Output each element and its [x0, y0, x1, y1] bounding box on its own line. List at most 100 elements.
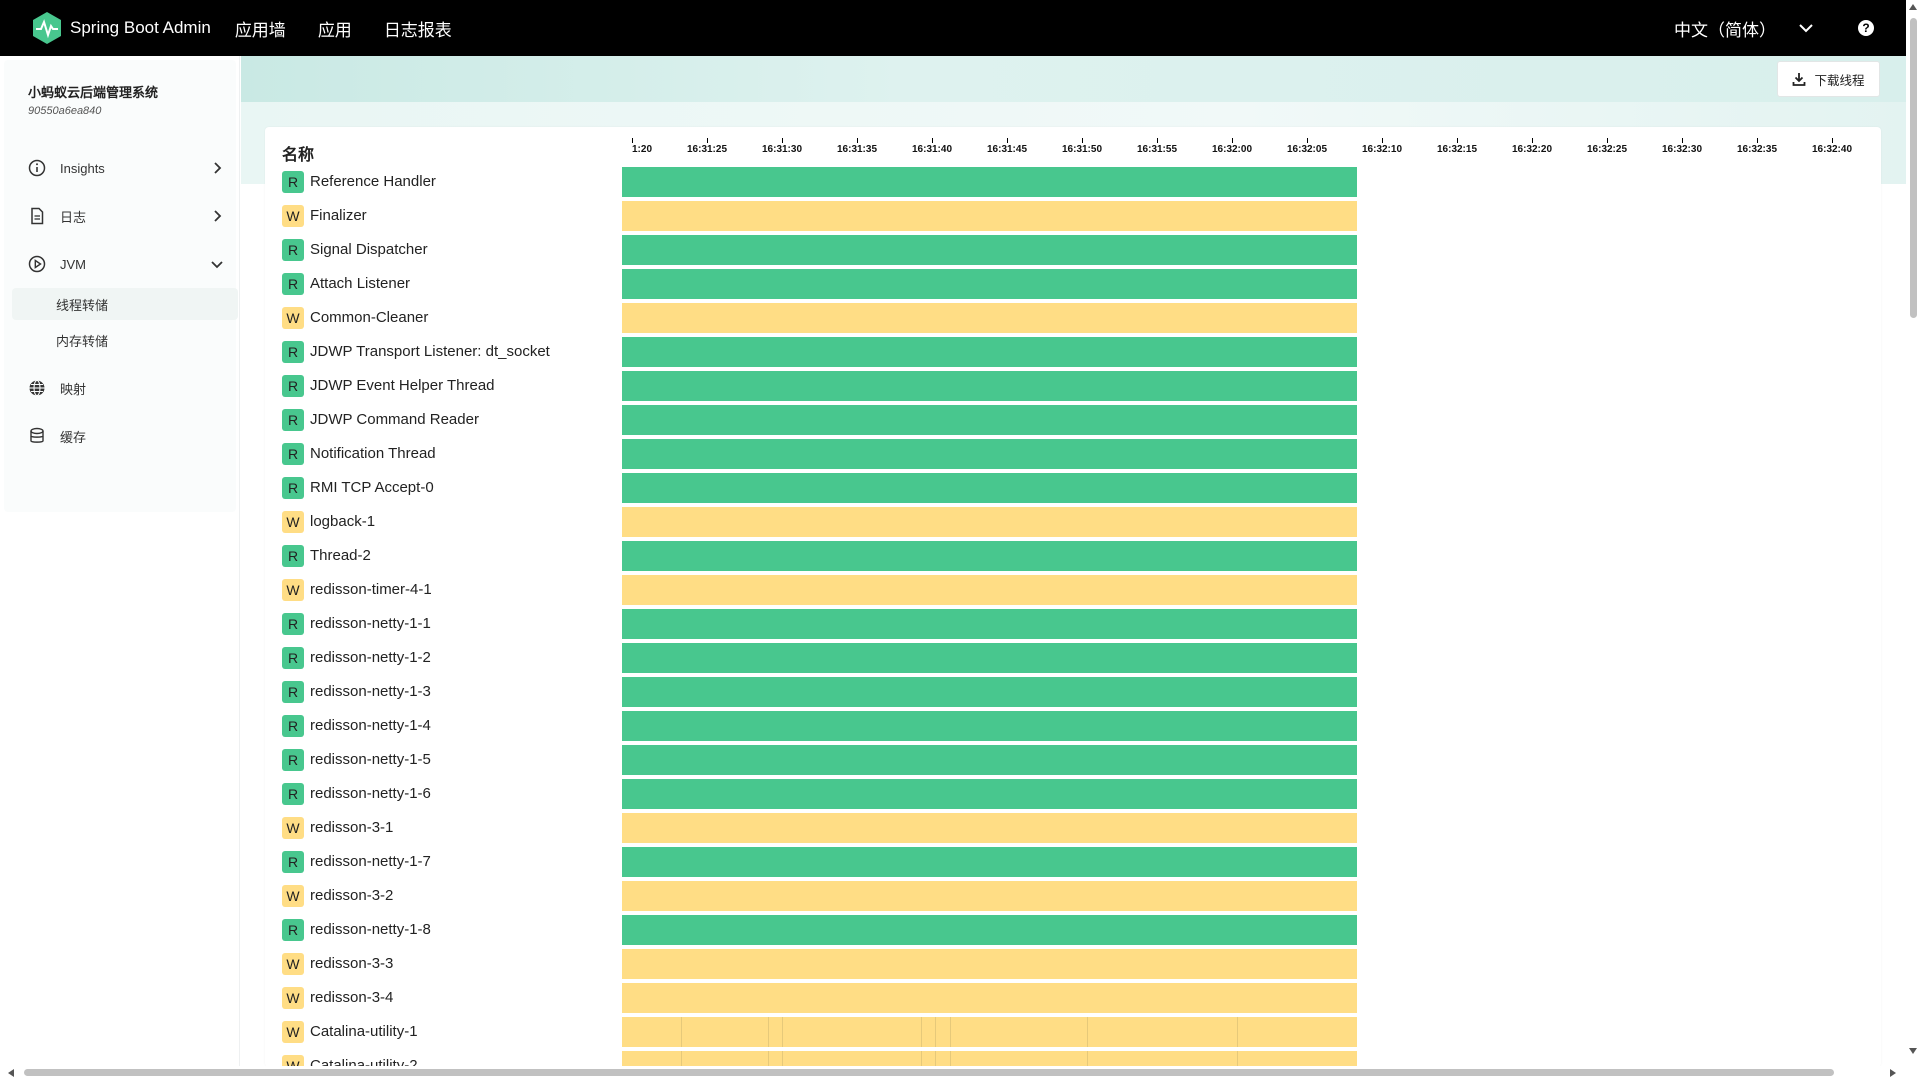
- thread-row[interactable]: R JDWP Transport Listener: dt_socket: [265, 335, 1881, 369]
- language-selector[interactable]: 中文（简体）: [1674, 16, 1776, 41]
- thread-name: redisson-3-3: [310, 955, 394, 972]
- sidebar-item-mappings[interactable]: 映射: [28, 376, 224, 400]
- thread-timeline-bar[interactable]: [622, 405, 1357, 435]
- thread-row[interactable]: R JDWP Command Reader: [265, 403, 1881, 437]
- thread-timeline-bar[interactable]: [622, 269, 1357, 299]
- thread-state-badge: W: [282, 307, 304, 329]
- thread-timeline-bar[interactable]: [622, 643, 1357, 673]
- thread-timeline-bar[interactable]: [622, 847, 1357, 877]
- thread-row[interactable]: R Thread-2: [265, 539, 1881, 573]
- axis-tick-label: 16:31:25: [686, 144, 728, 155]
- thread-timeline-bar[interactable]: [622, 507, 1357, 537]
- thread-row[interactable]: R Notification Thread: [265, 437, 1881, 471]
- scroll-left-arrow-icon[interactable]: [8, 1069, 14, 1077]
- thread-timeline-bar[interactable]: [622, 167, 1357, 197]
- thread-row[interactable]: R Attach Listener: [265, 267, 1881, 301]
- axis-tick-label: 16:31:55: [1136, 144, 1178, 155]
- download-label: 下载线程: [1814, 73, 1865, 88]
- thread-state-badge: R: [282, 919, 304, 941]
- scroll-right-arrow-icon[interactable]: [1890, 1069, 1896, 1077]
- nav-item-applications[interactable]: 应用: [302, 16, 368, 41]
- sidebar-item-caches[interactable]: 缓存: [28, 424, 224, 448]
- thread-row[interactable]: R RMI TCP Accept-0: [265, 471, 1881, 505]
- thread-state-badge: W: [282, 953, 304, 975]
- chevron-down-icon[interactable]: [1798, 20, 1814, 36]
- thread-row[interactable]: Rredisson-netty-1-5: [265, 743, 1881, 777]
- thread-row[interactable]: Wredisson-timer-4-1: [265, 573, 1881, 607]
- thread-timeline-bar[interactable]: [622, 949, 1357, 979]
- thread-row[interactable]: W Finalizer: [265, 199, 1881, 233]
- axis-tick-label: 16:32:00: [1211, 144, 1253, 155]
- thread-timeline-bar[interactable]: [622, 983, 1357, 1013]
- horizontal-scroll-thumb[interactable]: [24, 1069, 1834, 1076]
- timeline-segment-divider: [768, 1051, 769, 1067]
- thread-timeline-bar[interactable]: [622, 575, 1357, 605]
- sidebar-item-logging[interactable]: 日志: [28, 204, 224, 228]
- horizontal-scrollbar[interactable]: [0, 1066, 1906, 1079]
- thread-timeline-bar[interactable]: [622, 745, 1357, 775]
- sidebar-subitem-threaddump[interactable]: 线程转储: [12, 288, 238, 320]
- timeline-segment-divider: [681, 1051, 682, 1067]
- thread-timeline-bar[interactable]: [622, 541, 1357, 571]
- thread-row[interactable]: Wredisson-3-4: [265, 981, 1881, 1015]
- top-nav: 应用墙 应用 日志报表: [219, 16, 468, 41]
- sidebar-subitem-heapdump[interactable]: 内存转储: [12, 324, 238, 356]
- thread-timeline-bar[interactable]: [622, 201, 1357, 231]
- thread-row[interactable]: Rredisson-netty-1-7: [265, 845, 1881, 879]
- thread-timeline-bar[interactable]: [622, 677, 1357, 707]
- axis-tick: [1307, 138, 1308, 143]
- thread-row[interactable]: Rredisson-netty-1-2: [265, 641, 1881, 675]
- thread-timeline-bar[interactable]: [622, 303, 1357, 333]
- thread-row[interactable]: Rredisson-netty-1-3: [265, 675, 1881, 709]
- thread-name: redisson-3-1: [310, 819, 394, 836]
- thread-row[interactable]: Rredisson-netty-1-8: [265, 913, 1881, 947]
- help-icon[interactable]: ?: [1858, 20, 1874, 36]
- thread-row[interactable]: Wredisson-3-2: [265, 879, 1881, 913]
- brand[interactable]: Spring Boot Admin: [30, 11, 211, 45]
- thread-name: Finalizer: [310, 207, 367, 224]
- thread-row[interactable]: W Catalina-utility-2: [265, 1049, 1881, 1067]
- axis-tick-label: 16:31:35: [836, 144, 878, 155]
- thread-row[interactable]: Wlogback-1: [265, 505, 1881, 539]
- thread-row[interactable]: W Common-Cleaner: [265, 301, 1881, 335]
- thread-state-badge: R: [282, 613, 304, 635]
- sidebar-item-jvm[interactable]: JVM: [28, 252, 224, 276]
- vertical-scrollbar[interactable]: [1906, 0, 1920, 1079]
- thread-timeline-bar[interactable]: [622, 371, 1357, 401]
- nav-item-journal[interactable]: 日志报表: [368, 16, 468, 41]
- thread-row[interactable]: Wredisson-3-3: [265, 947, 1881, 981]
- download-threaddump-button[interactable]: 下载线程: [1777, 61, 1880, 97]
- nav-item-wallboard[interactable]: 应用墙: [219, 16, 302, 41]
- thread-row[interactable]: Wredisson-3-1: [265, 811, 1881, 845]
- thread-timeline-bar[interactable]: [622, 473, 1357, 503]
- scroll-up-arrow-icon[interactable]: [1909, 4, 1917, 10]
- timeline-segment-divider: [921, 1051, 922, 1067]
- thread-timeline-bar[interactable]: [622, 1051, 1357, 1067]
- thread-row[interactable]: Rredisson-netty-1-4: [265, 709, 1881, 743]
- thread-row[interactable]: R JDWP Event Helper Thread: [265, 369, 1881, 403]
- axis-tick-label: 16:32:10: [1361, 144, 1403, 155]
- sidebar-item-insights[interactable]: Insights: [28, 156, 224, 180]
- thread-row[interactable]: Rredisson-netty-1-6: [265, 777, 1881, 811]
- thread-timeline-bar[interactable]: [622, 915, 1357, 945]
- thread-row[interactable]: Rredisson-netty-1-1: [265, 607, 1881, 641]
- thread-state-badge: R: [282, 477, 304, 499]
- thread-state-badge: R: [282, 545, 304, 567]
- thread-timeline-bar[interactable]: [622, 881, 1357, 911]
- thread-row[interactable]: R Signal Dispatcher: [265, 233, 1881, 267]
- thread-timeline-bar[interactable]: [622, 711, 1357, 741]
- scroll-down-arrow-icon[interactable]: [1909, 1048, 1917, 1054]
- thread-row[interactable]: W Catalina-utility-1: [265, 1015, 1881, 1049]
- thread-timeline-bar[interactable]: [622, 813, 1357, 843]
- thread-row[interactable]: R Reference Handler: [265, 165, 1881, 199]
- thread-timeline-bar[interactable]: [622, 439, 1357, 469]
- thread-state-badge: W: [282, 1021, 304, 1043]
- thread-timeline-bar[interactable]: [622, 337, 1357, 367]
- thread-timeline-bar[interactable]: [622, 779, 1357, 809]
- thread-timeline-bar[interactable]: [622, 1017, 1357, 1047]
- vertical-scroll-thumb[interactable]: [1910, 18, 1917, 318]
- brand-name: Spring Boot Admin: [70, 18, 211, 37]
- axis-tick-label: 16:31:40: [911, 144, 953, 155]
- thread-timeline-bar[interactable]: [622, 609, 1357, 639]
- thread-timeline-bar[interactable]: [622, 235, 1357, 265]
